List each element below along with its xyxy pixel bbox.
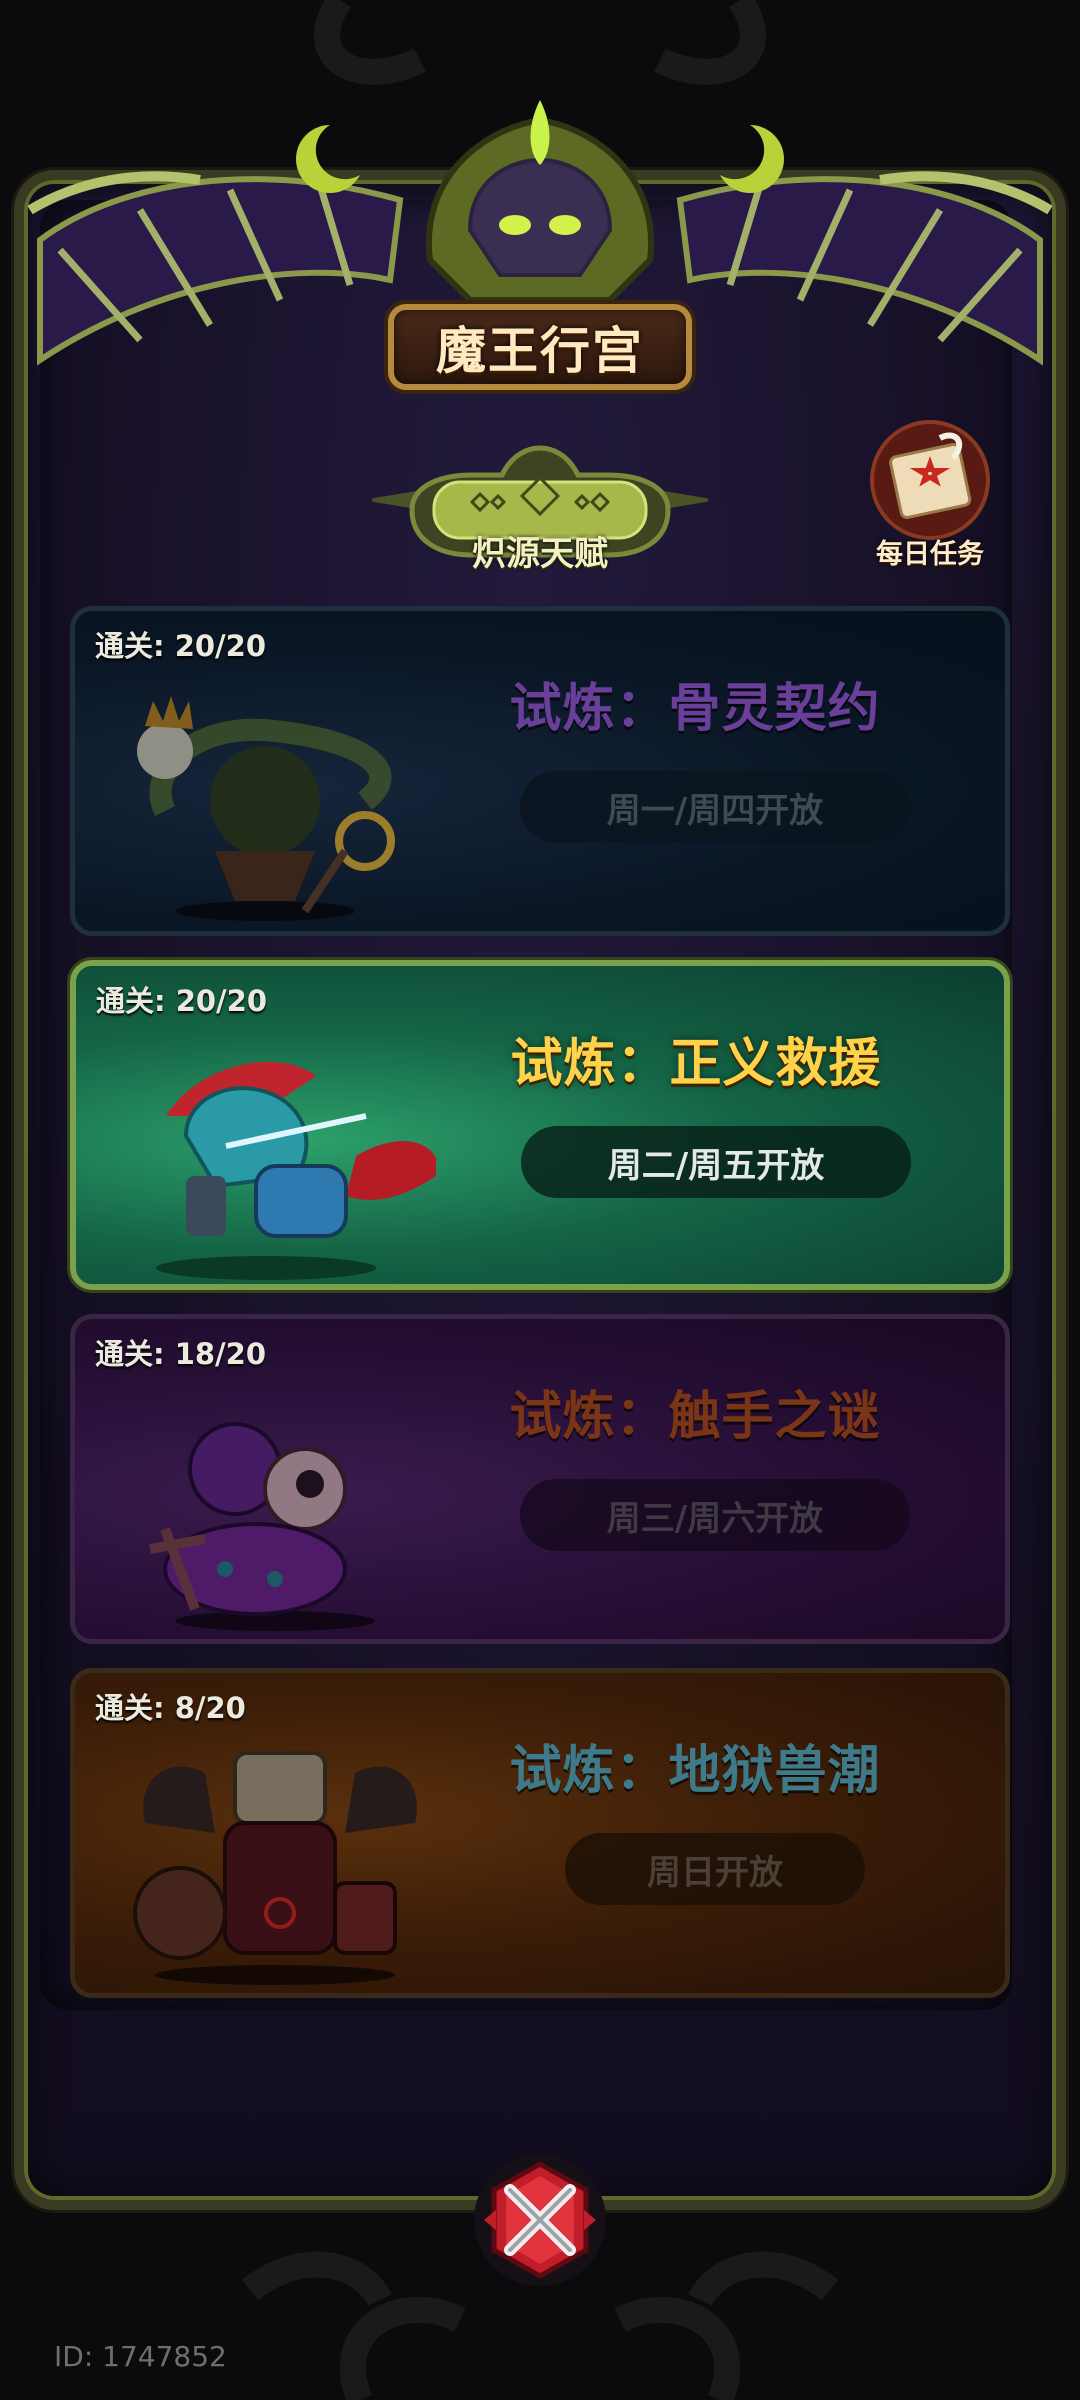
trial-title: 试炼：触手之谜 — [509, 1387, 881, 1447]
schedule-pill: 周二/周五开放 — [521, 1126, 911, 1198]
tentacle-monster-character-icon — [149, 1422, 375, 1631]
trial-title: 试炼：正义救援 — [510, 1034, 882, 1094]
trial-card-justice-rescue[interactable]: 通关: 20/20 试炼：正义救援 周二/周五开放 — [70, 960, 1010, 1290]
clear-count: 通关: 20/20 — [96, 984, 267, 1018]
daily-task-label: 每日任务 — [876, 539, 984, 570]
trial-card-hell-beast-tide[interactable]: 通关: 8/20 试炼：地狱兽潮 周日开放 — [70, 1668, 1010, 1998]
clear-count: 通关: 8/20 — [95, 1691, 246, 1725]
close-button[interactable] — [470, 2150, 610, 2290]
trial-title: 试炼：骨灵契约 — [509, 679, 881, 739]
talent-button[interactable]: 炽源天赋 — [362, 440, 718, 580]
demon-horde-character-icon — [133, 1751, 417, 1985]
daily-task-button[interactable]: 每日任务 — [855, 420, 1005, 570]
player-id: ID: 1747852 — [54, 2340, 227, 2373]
clear-count: 通关: 18/20 — [95, 1337, 266, 1371]
knight-character-icon — [156, 1061, 436, 1280]
schedule-pill: 周日开放 — [565, 1833, 865, 1905]
trial-card-bone-pact[interactable]: 通关: 20/20 试炼：骨灵契约 周一/周四开放 — [70, 606, 1010, 936]
page-title-plaque: 魔王行宫 — [388, 304, 692, 390]
clear-count: 通关: 20/20 — [95, 629, 266, 663]
trial-card-tentacle-mystery[interactable]: 通关: 18/20 试炼：触手之谜 周三/周六开放 — [70, 1314, 1010, 1644]
schedule-pill: 周一/周四开放 — [520, 771, 910, 843]
schedule-pill: 周三/周六开放 — [520, 1479, 910, 1551]
scroll-icon — [870, 420, 990, 540]
trial-title: 试炼：地狱兽潮 — [509, 1741, 881, 1801]
talent-label: 炽源天赋 — [472, 534, 608, 574]
bone-spirit-character-icon — [137, 696, 395, 921]
page-title: 魔王行宫 — [436, 322, 644, 380]
crossed-swords-close-icon — [474, 2154, 606, 2286]
